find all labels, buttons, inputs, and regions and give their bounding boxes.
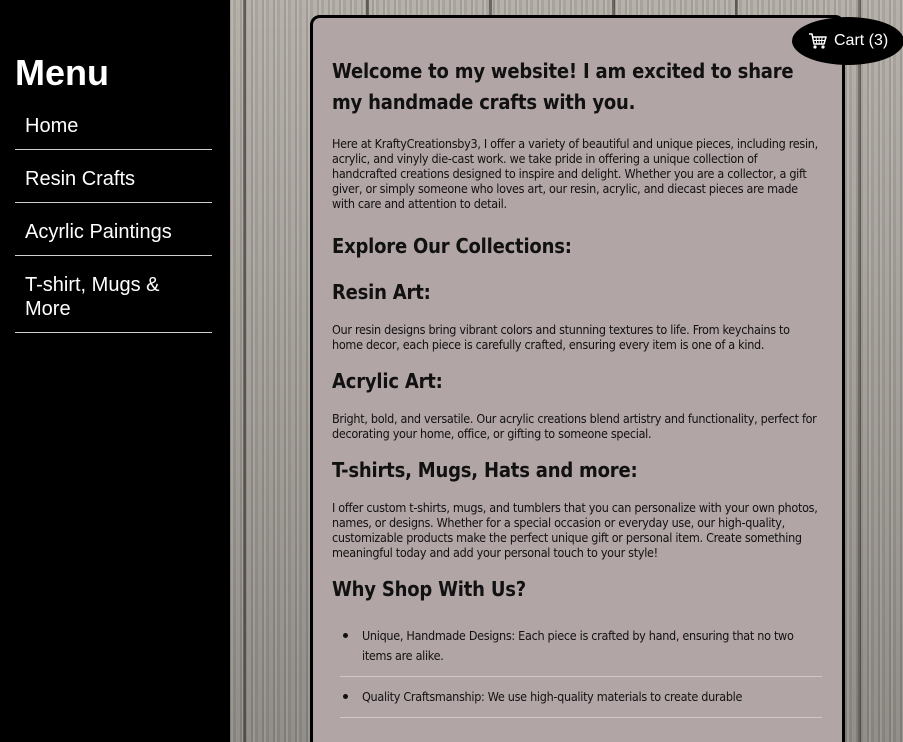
acrylic-heading: Acrylic Art: (332, 369, 443, 393)
why-shop-item: Quality Craftsmanship: We use high-quali… (340, 677, 822, 718)
why-shop-item: Unique, Handmade Designs: Each piece is … (340, 616, 822, 677)
menu-title: Menu (15, 52, 109, 93)
cart-button[interactable]: Cart (3) (792, 17, 903, 65)
menu-item-resin-crafts[interactable]: Resin Crafts (15, 167, 212, 203)
menu-item-home[interactable]: Home (15, 114, 212, 150)
menu-list: Home Resin Crafts Acyrlic Paintings T-sh… (15, 114, 212, 333)
menu-item-acrylic-paintings[interactable]: Acyrlic Paintings (15, 220, 212, 256)
intro-paragraph: Here at KraftyCreationsby3, I offer a va… (332, 136, 818, 211)
welcome-heading: Welcome to my website! I am excited to s… (332, 59, 794, 114)
cart-label: Cart (3) (834, 32, 889, 49)
resin-paragraph: Our resin designs bring vibrant colors a… (332, 322, 790, 352)
acrylic-paragraph: Bright, bold, and versatile. Our acrylic… (332, 411, 817, 441)
main-content-panel: Welcome to my website! I am excited to s… (310, 15, 845, 742)
tshirt-heading: T-shirts, Mugs, Hats and more: (332, 458, 638, 482)
why-shop-list: Unique, Handmade Designs: Each piece is … (332, 616, 822, 718)
resin-heading: Resin Art: (332, 280, 431, 304)
shopping-cart-icon (808, 32, 828, 50)
tshirt-paragraph: I offer custom t-shirts, mugs, and tumbl… (332, 500, 818, 560)
why-shop-heading: Why Shop With Us? (332, 577, 526, 601)
explore-heading: Explore Our Collections: (332, 234, 572, 258)
sidebar-menu: Menu Home Resin Crafts Acyrlic Paintings… (0, 0, 230, 742)
menu-item-tshirt-mugs-more[interactable]: T-shirt, Mugs & More (15, 273, 212, 333)
